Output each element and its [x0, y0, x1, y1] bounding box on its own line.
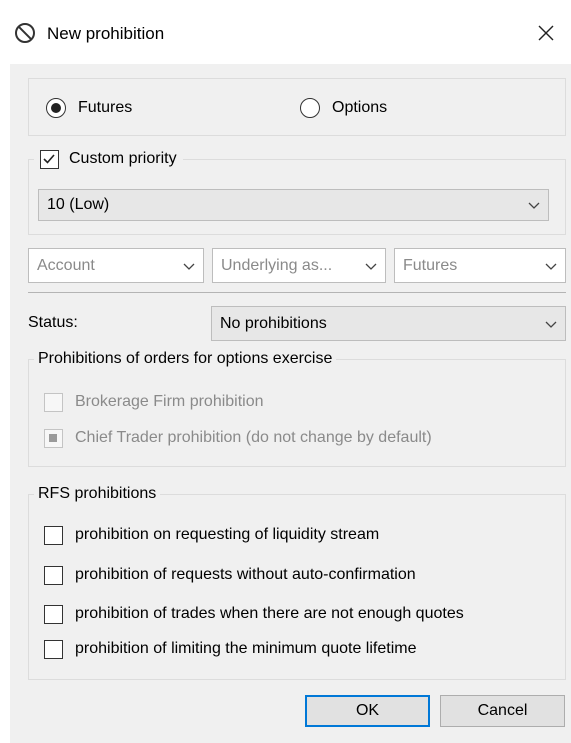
options-radio-indicator — [300, 98, 320, 118]
custom-priority-label: Custom priority — [69, 150, 177, 167]
status-label: Status: — [28, 314, 78, 331]
rfs-auto-confirmation-label: prohibition of requests without auto-con… — [75, 566, 416, 583]
chevron-down-icon — [365, 263, 377, 270]
priority-select[interactable]: 10 (Low) — [38, 189, 549, 221]
checkmark-icon — [43, 154, 55, 164]
chevron-down-icon — [545, 263, 557, 270]
chevron-down-icon — [545, 321, 557, 328]
custom-priority-check — [40, 150, 59, 169]
rfs-liquidity-stream-check — [44, 526, 63, 545]
rfs-not-enough-quotes-label: prohibition of trades when there are not… — [75, 605, 464, 622]
custom-priority-checkbox[interactable]: Custom priority — [34, 148, 183, 172]
prohibition-icon — [15, 23, 35, 43]
rfs-quote-lifetime-check — [44, 640, 63, 659]
underlying-asset-select-value: Underlying as... — [221, 257, 333, 274]
futures-radio-label: Futures — [78, 99, 133, 116]
brokerage-firm-prohibition-check — [44, 393, 63, 412]
rfs-liquidity-stream-checkbox[interactable]: prohibition on requesting of liquidity s… — [44, 524, 464, 548]
rfs-quote-lifetime-checkbox[interactable]: prohibition of limiting the minimum quot… — [44, 638, 504, 662]
priority-select-value: 10 (Low) — [47, 196, 110, 213]
rfs-quote-lifetime-label: prohibition of limiting the minimum quot… — [75, 640, 417, 657]
chief-trader-prohibition-checkbox[interactable]: Chief Trader prohibition (do not change … — [44, 427, 514, 451]
account-select[interactable]: Account — [28, 248, 204, 283]
chevron-down-icon — [528, 202, 540, 209]
close-button[interactable] — [531, 18, 561, 48]
underlying-asset-select[interactable]: Underlying as... — [212, 248, 386, 283]
futures-radio-indicator — [46, 98, 66, 118]
close-icon — [538, 25, 554, 41]
separator — [28, 292, 566, 293]
instrument-select[interactable]: Futures — [394, 248, 566, 283]
rfs-prohibitions-caption: RFS prohibitions — [34, 483, 161, 505]
options-radio[interactable]: Options — [300, 97, 420, 121]
futures-radio[interactable]: Futures — [46, 97, 166, 121]
status-select[interactable]: No prohibitions — [211, 306, 566, 341]
rfs-auto-confirmation-checkbox[interactable]: prohibition of requests without auto-con… — [44, 564, 504, 588]
chief-trader-prohibition-label: Chief Trader prohibition (do not change … — [75, 429, 432, 446]
cancel-button[interactable]: Cancel — [440, 695, 565, 727]
title-bar: New prohibition — [0, 0, 571, 64]
rfs-liquidity-stream-label: prohibition on requesting of liquidity s… — [75, 526, 380, 543]
exercise-prohibitions-caption: Prohibitions of orders for options exerc… — [34, 348, 337, 370]
status-select-value: No prohibitions — [220, 315, 327, 332]
instrument-select-value: Futures — [403, 257, 458, 274]
options-radio-label: Options — [332, 99, 388, 116]
rfs-not-enough-quotes-checkbox[interactable]: prohibition of trades when there are not… — [44, 603, 556, 627]
account-select-value: Account — [37, 257, 95, 274]
chief-trader-prohibition-check — [44, 429, 63, 448]
rfs-auto-confirmation-check — [44, 566, 63, 585]
ok-button[interactable]: OK — [305, 695, 430, 727]
rfs-not-enough-quotes-check — [44, 605, 63, 624]
brokerage-firm-prohibition-checkbox[interactable]: Brokerage Firm prohibition — [44, 391, 344, 415]
window-title: New prohibition — [47, 24, 165, 43]
brokerage-firm-prohibition-label: Brokerage Firm prohibition — [75, 393, 264, 410]
chevron-down-icon — [183, 263, 195, 270]
